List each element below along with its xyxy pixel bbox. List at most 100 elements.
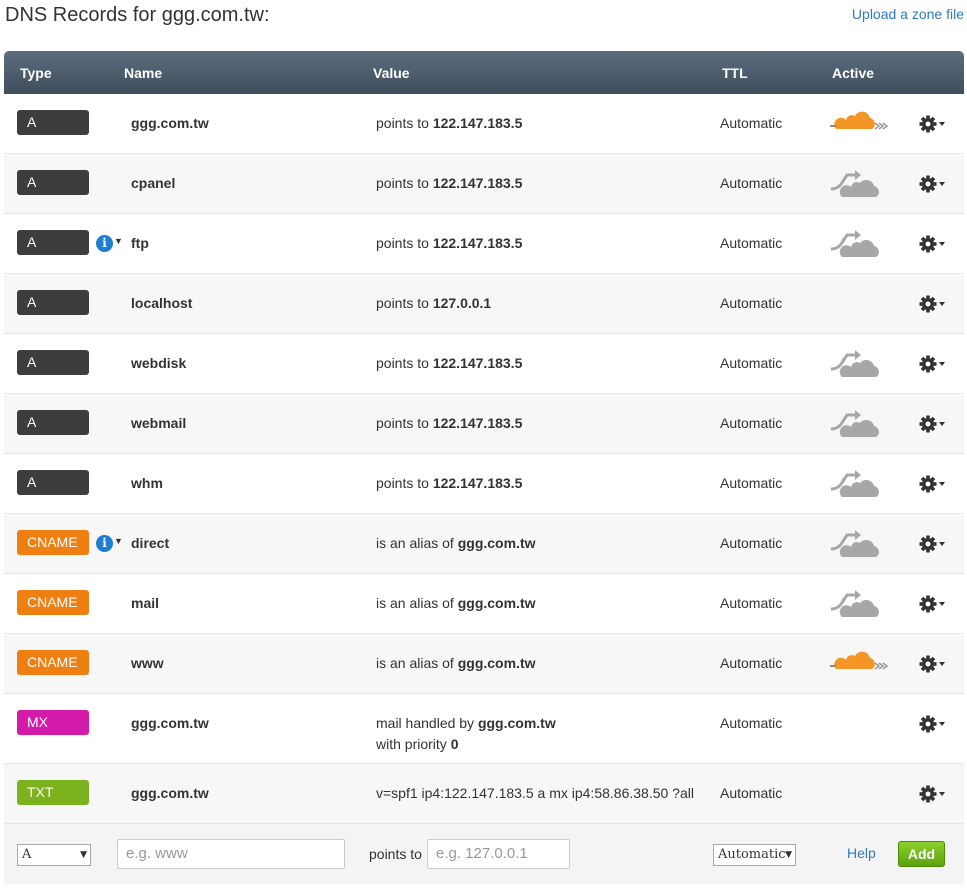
record-value[interactable]: points to 122.147.183.5	[376, 235, 522, 251]
record-value[interactable]: points to 122.147.183.5	[376, 175, 522, 191]
value-input[interactable]: e.g. 127.0.0.1	[427, 839, 570, 869]
record-name[interactable]: ggg.com.tw	[131, 115, 209, 131]
name-input[interactable]: e.g. www	[117, 839, 345, 869]
cloudflare-cloud-icon[interactable]	[828, 467, 888, 501]
info-icon[interactable]: i	[96, 535, 113, 552]
gear-icon[interactable]	[919, 533, 947, 555]
record-type-badge: A	[17, 350, 89, 375]
cloudflare-cloud-icon[interactable]	[828, 347, 888, 381]
record-name[interactable]: ggg.com.tw	[131, 785, 209, 801]
points-to-label: points to	[369, 846, 422, 862]
record-ttl[interactable]: Automatic	[720, 655, 782, 671]
cloudflare-cloud-icon[interactable]	[828, 227, 888, 261]
gear-icon[interactable]	[919, 293, 947, 315]
record-value-prefix: v=spf1 ip4:122.147.183.5 a mx ip4:58.86.…	[376, 785, 694, 801]
record-value[interactable]: points to 122.147.183.5	[376, 115, 522, 131]
record-name[interactable]: cpanel	[131, 175, 175, 191]
record-name[interactable]: webmail	[131, 415, 186, 431]
table-row: CNAME i ▼ direct is an alias of ggg.com.tw Au…	[4, 514, 964, 574]
record-value-target: 122.147.183.5	[432, 175, 523, 191]
record-value-prefix: is an alias of	[376, 655, 458, 671]
gear-icon[interactable]	[919, 783, 947, 805]
record-ttl[interactable]: Automatic	[720, 355, 782, 371]
table-row: Awebmail points to 122.147.183.5 Automatic	[4, 394, 964, 454]
record-value-prefix: points to	[376, 115, 433, 131]
record-value[interactable]: points to 122.147.183.5	[376, 355, 522, 371]
record-name[interactable]: www	[131, 655, 164, 671]
record-value-target: 122.147.183.5	[432, 475, 523, 491]
gear-icon[interactable]	[919, 653, 947, 675]
chevron-down-icon[interactable]: ▼	[114, 536, 123, 546]
cloudflare-cloud-icon[interactable]	[828, 647, 889, 681]
record-ttl[interactable]: Automatic	[720, 475, 782, 491]
record-value[interactable]: is an alias of ggg.com.tw	[376, 595, 536, 611]
cloudflare-cloud-icon[interactable]	[828, 107, 889, 141]
record-name[interactable]: localhost	[131, 295, 192, 311]
record-type-badge: TXT	[17, 780, 89, 805]
record-name[interactable]: direct	[131, 535, 169, 551]
cloudflare-cloud-icon[interactable]	[828, 587, 888, 621]
gear-icon[interactable]	[919, 353, 947, 375]
info-icon[interactable]: i	[96, 235, 113, 252]
record-ttl[interactable]: Automatic	[720, 715, 782, 731]
help-link[interactable]: Help	[847, 845, 876, 861]
record-name[interactable]: mail	[131, 595, 159, 611]
record-value-prefix: points to	[376, 175, 433, 191]
record-ttl[interactable]: Automatic	[720, 235, 782, 251]
record-value[interactable]: points to 122.147.183.5	[376, 415, 522, 431]
table-row: TXT ggg.com.tw v=spf1 ip4:122.147.183.5 a …	[4, 764, 964, 824]
gear-icon[interactable]	[919, 113, 947, 135]
gear-icon[interactable]	[919, 593, 947, 615]
cloudflare-cloud-icon[interactable]	[828, 407, 888, 441]
table-row: CNAME www is an alias of ggg.com.tw Automat…	[4, 634, 964, 694]
column-value: Value	[373, 65, 410, 81]
record-ttl[interactable]: Automatic	[720, 115, 782, 131]
record-name[interactable]: ftp	[131, 235, 149, 251]
record-value-target: ggg.com.tw	[477, 715, 556, 731]
gear-icon[interactable]	[919, 413, 947, 435]
record-value[interactable]: is an alias of ggg.com.tw	[376, 655, 536, 671]
record-value[interactable]: v=spf1 ip4:122.147.183.5 a mx ip4:58.86.…	[376, 785, 694, 801]
record-value[interactable]: mail handled by ggg.com.tw with priority …	[376, 715, 556, 752]
ttl-select-value: Automatic	[718, 847, 786, 862]
gear-icon[interactable]	[919, 473, 947, 495]
record-ttl[interactable]: Automatic	[720, 595, 782, 611]
gear-icon[interactable]	[919, 713, 947, 735]
table-row: Alocalhost points to 127.0.0.1 Automatic	[4, 274, 964, 334]
priority-value: 0	[450, 736, 459, 752]
table-row: Awebdisk points to 122.147.183.5 Automatic	[4, 334, 964, 394]
record-value[interactable]: points to 127.0.0.1	[376, 295, 491, 311]
record-value-prefix: points to	[376, 415, 433, 431]
add-button[interactable]: Add	[898, 841, 945, 867]
cloudflare-cloud-icon[interactable]	[828, 527, 888, 561]
table-row: Ai ▼ ftp points to 122.147.183.5 Automatic	[4, 214, 964, 274]
gear-icon[interactable]	[919, 233, 947, 255]
record-value-prefix: is an alias of	[376, 595, 458, 611]
cloudflare-cloud-icon[interactable]	[828, 167, 888, 201]
record-ttl[interactable]: Automatic	[720, 295, 782, 311]
record-name[interactable]: whm	[131, 475, 163, 491]
record-ttl[interactable]: Automatic	[720, 535, 782, 551]
add-record-form: A ▼ e.g. www points to e.g. 127.0.0.1 Au…	[4, 824, 964, 884]
record-ttl[interactable]: Automatic	[720, 415, 782, 431]
record-value[interactable]: points to 122.147.183.5	[376, 475, 522, 491]
ttl-select[interactable]: Automatic ▼	[713, 844, 796, 866]
record-value-target: ggg.com.tw	[457, 655, 536, 671]
record-ttl[interactable]: Automatic	[720, 175, 782, 191]
record-name[interactable]: webdisk	[131, 355, 186, 371]
chevron-down-icon[interactable]: ▼	[114, 236, 123, 246]
record-value-target: 122.147.183.5	[432, 235, 523, 251]
record-value[interactable]: is an alias of ggg.com.tw	[376, 535, 536, 551]
column-active: Active	[832, 65, 875, 81]
record-ttl[interactable]: Automatic	[720, 785, 782, 801]
table-row: MX ggg.com.tw mail handled by ggg.com.tw wi…	[4, 694, 964, 764]
gear-icon[interactable]	[919, 173, 947, 195]
upload-zone-file-link[interactable]: Upload a zone file	[852, 6, 964, 22]
record-name[interactable]: ggg.com.tw	[131, 715, 209, 731]
record-value-prefix: points to	[376, 235, 433, 251]
record-type-badge: A	[17, 410, 89, 435]
type-select[interactable]: A ▼	[17, 844, 91, 866]
record-value-target: 122.147.183.5	[432, 415, 523, 431]
record-value-target: 127.0.0.1	[432, 295, 492, 311]
record-type-badge: A	[17, 230, 89, 255]
